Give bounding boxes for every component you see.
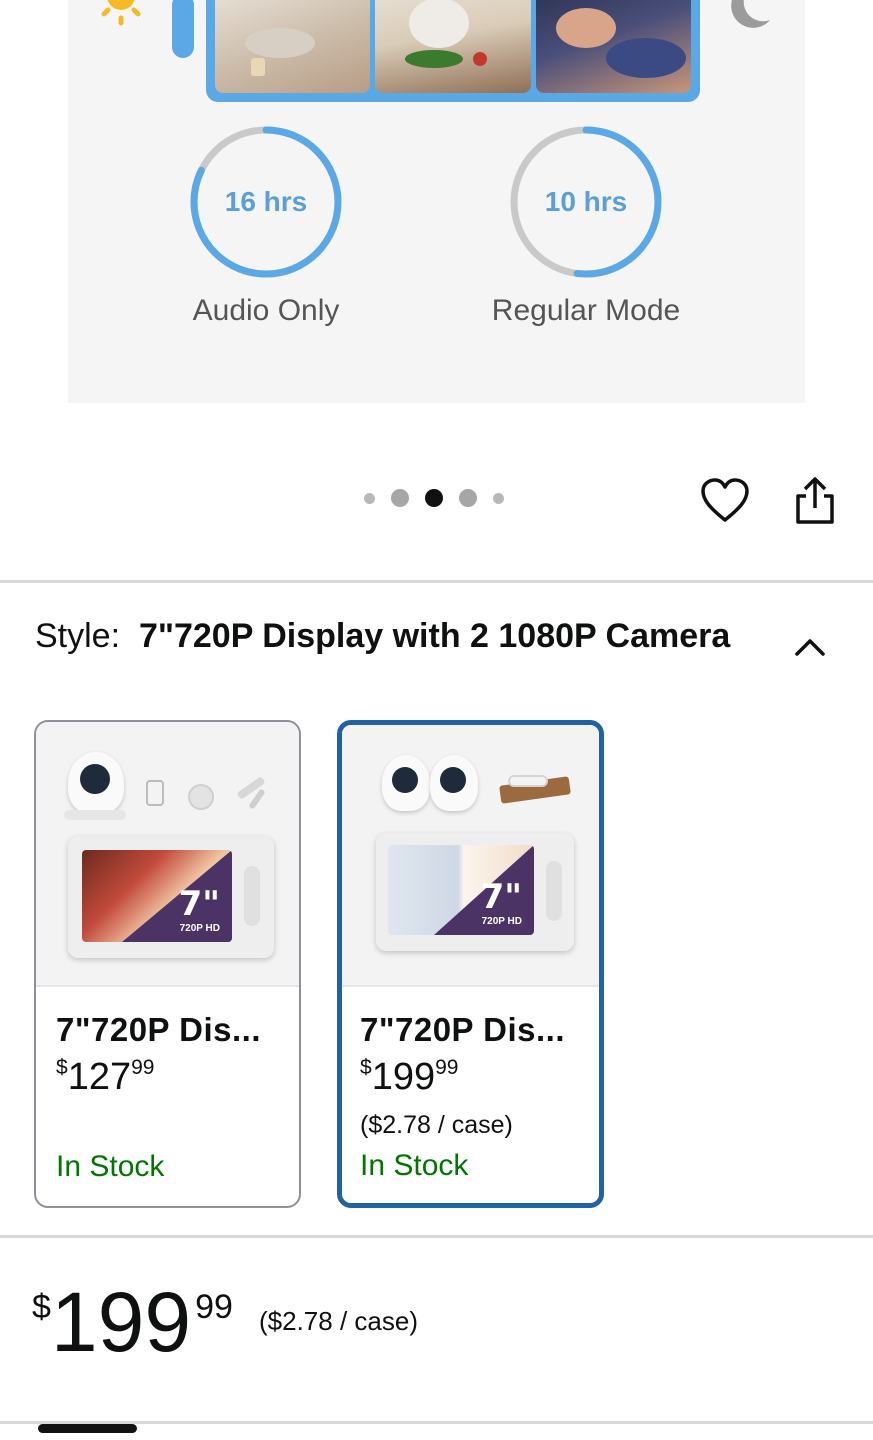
carousel-dot[interactable] [391, 489, 409, 507]
heart-icon[interactable] [700, 478, 750, 524]
option-unit-price: ($2.78 / case) [360, 1111, 513, 1139]
carousel-dots[interactable] [356, 489, 512, 507]
style-option-image: 7" 720P HD [342, 725, 599, 987]
ring-caption: Regular Mode [491, 294, 681, 327]
price-symbol: $ [32, 1288, 51, 1326]
option-price: $12799 [56, 1055, 299, 1099]
sun-icon [101, 0, 141, 26]
ring-caption: Audio Only [192, 294, 340, 327]
section-divider [0, 580, 873, 583]
battery-ring-regular: 10 hrs [508, 124, 664, 280]
photo-sleeping [535, 0, 691, 93]
carousel-dot[interactable] [364, 492, 375, 504]
option-title: 7"720P Dis... [56, 1011, 261, 1048]
monitor-illustration: 7" 720P HD [68, 836, 274, 958]
style-value: 7"720P Display with 2 1080P Camera [138, 617, 731, 655]
price-whole: 199 [50, 1275, 192, 1369]
moon-icon [731, 0, 770, 28]
ring-value: 10 hrs [544, 186, 628, 217]
stock-status: In Stock [360, 1149, 469, 1182]
carousel-dot[interactable] [459, 489, 477, 507]
monitor-illustration: 7" 720P HD [376, 833, 574, 951]
chevron-up-icon[interactable] [792, 630, 828, 666]
style-key: Style: [35, 617, 121, 655]
price-whole: 127 [67, 1056, 132, 1098]
price-symbol: $ [360, 1056, 372, 1079]
home-indicator [38, 1424, 137, 1433]
stock-status: In Stock [56, 1150, 165, 1183]
share-icon[interactable] [792, 476, 838, 526]
camera-illustration [382, 755, 430, 811]
slider-knob [172, 0, 194, 58]
carousel-dot[interactable] [493, 492, 504, 504]
camera-illustration [68, 752, 124, 814]
price-cents: 99 [131, 1056, 155, 1079]
main-price: $ 199 99 [32, 1278, 233, 1366]
price-whole: 199 [371, 1056, 436, 1098]
price-cents: 99 [435, 1056, 459, 1079]
photo-cooking [375, 0, 531, 93]
ring-value: 16 hrs [224, 186, 308, 217]
style-option-card[interactable]: 7" 720P HD 7"720P Dis... $12799 In Stock [34, 720, 301, 1208]
battery-ring-audio: 16 hrs [188, 124, 344, 280]
style-heading: Style: 7"720P Display with 2 1080P Camer… [35, 614, 735, 659]
usage-photo-strip [206, 0, 700, 102]
price-cents: 99 [195, 1288, 233, 1326]
section-divider [0, 1235, 873, 1238]
style-option-card-selected[interactable]: 7" 720P HD 7"720P Dis... $19999 ($2.78 /… [337, 720, 604, 1208]
price-symbol: $ [56, 1056, 68, 1079]
camera-illustration [430, 755, 478, 811]
photo-yoga [215, 0, 371, 93]
unit-price: ($2.78 / case) [259, 1306, 418, 1336]
option-price: $19999 [360, 1055, 599, 1099]
style-option-image: 7" 720P HD [36, 722, 299, 987]
carousel-dot-active[interactable] [425, 489, 443, 507]
option-title: 7"720P Dis... [360, 1011, 565, 1048]
product-hero-image[interactable]: 16 hrs 10 hrs Audio Only Regular Mode [68, 0, 805, 403]
